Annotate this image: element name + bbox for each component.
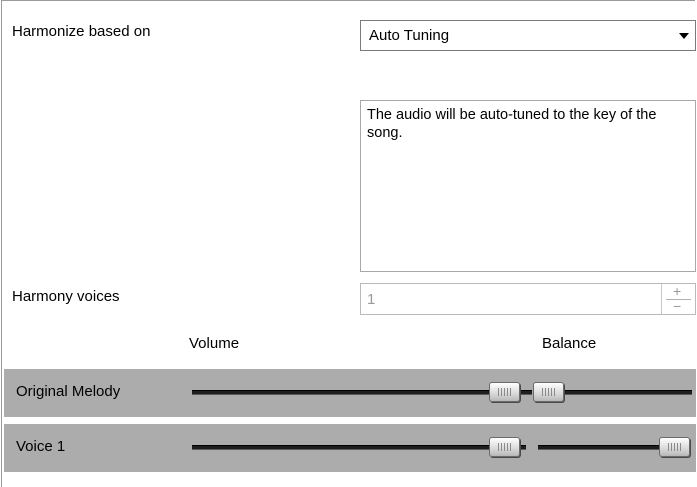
increment-button[interactable]: + <box>673 284 681 298</box>
balance-header: Balance <box>542 335 597 352</box>
row-name: Original Melody <box>16 383 121 400</box>
volume-header: Volume <box>189 335 240 352</box>
harmonize-label: Harmonize based on <box>12 23 151 40</box>
harmony-voices-value[interactable]: 1 <box>361 291 661 308</box>
harmonize-dropdown[interactable]: Auto Tuning <box>360 20 696 51</box>
chevron-down-icon[interactable] <box>673 32 695 40</box>
harmonize-description-box[interactable]: The audio will be auto-tuned to the key … <box>360 100 696 272</box>
mixer-row-voice-1: Voice 1 <box>4 424 696 472</box>
decrement-button[interactable]: − <box>673 299 681 313</box>
volume-slider-track[interactable] <box>192 390 532 395</box>
volume-slider-thumb[interactable] <box>489 437 520 457</box>
harmony-panel: Harmonize based on Auto Tuning The audio… <box>1 0 696 487</box>
harmony-voices-spinner[interactable]: 1 + − <box>360 283 696 315</box>
balance-slider-track[interactable] <box>538 445 662 450</box>
volume-slider-thumb[interactable] <box>489 382 520 402</box>
spinner-buttons: + − <box>661 284 695 314</box>
balance-slider-thumb[interactable] <box>533 382 564 402</box>
balance-slider-thumb[interactable] <box>659 437 690 457</box>
harmony-voices-label: Harmony voices <box>12 288 120 305</box>
volume-slider-track[interactable] <box>192 445 526 450</box>
mixer-row-original-melody: Original Melody <box>4 369 696 417</box>
row-name: Voice 1 <box>16 438 66 455</box>
harmonize-selected-value: Auto Tuning <box>369 27 450 44</box>
